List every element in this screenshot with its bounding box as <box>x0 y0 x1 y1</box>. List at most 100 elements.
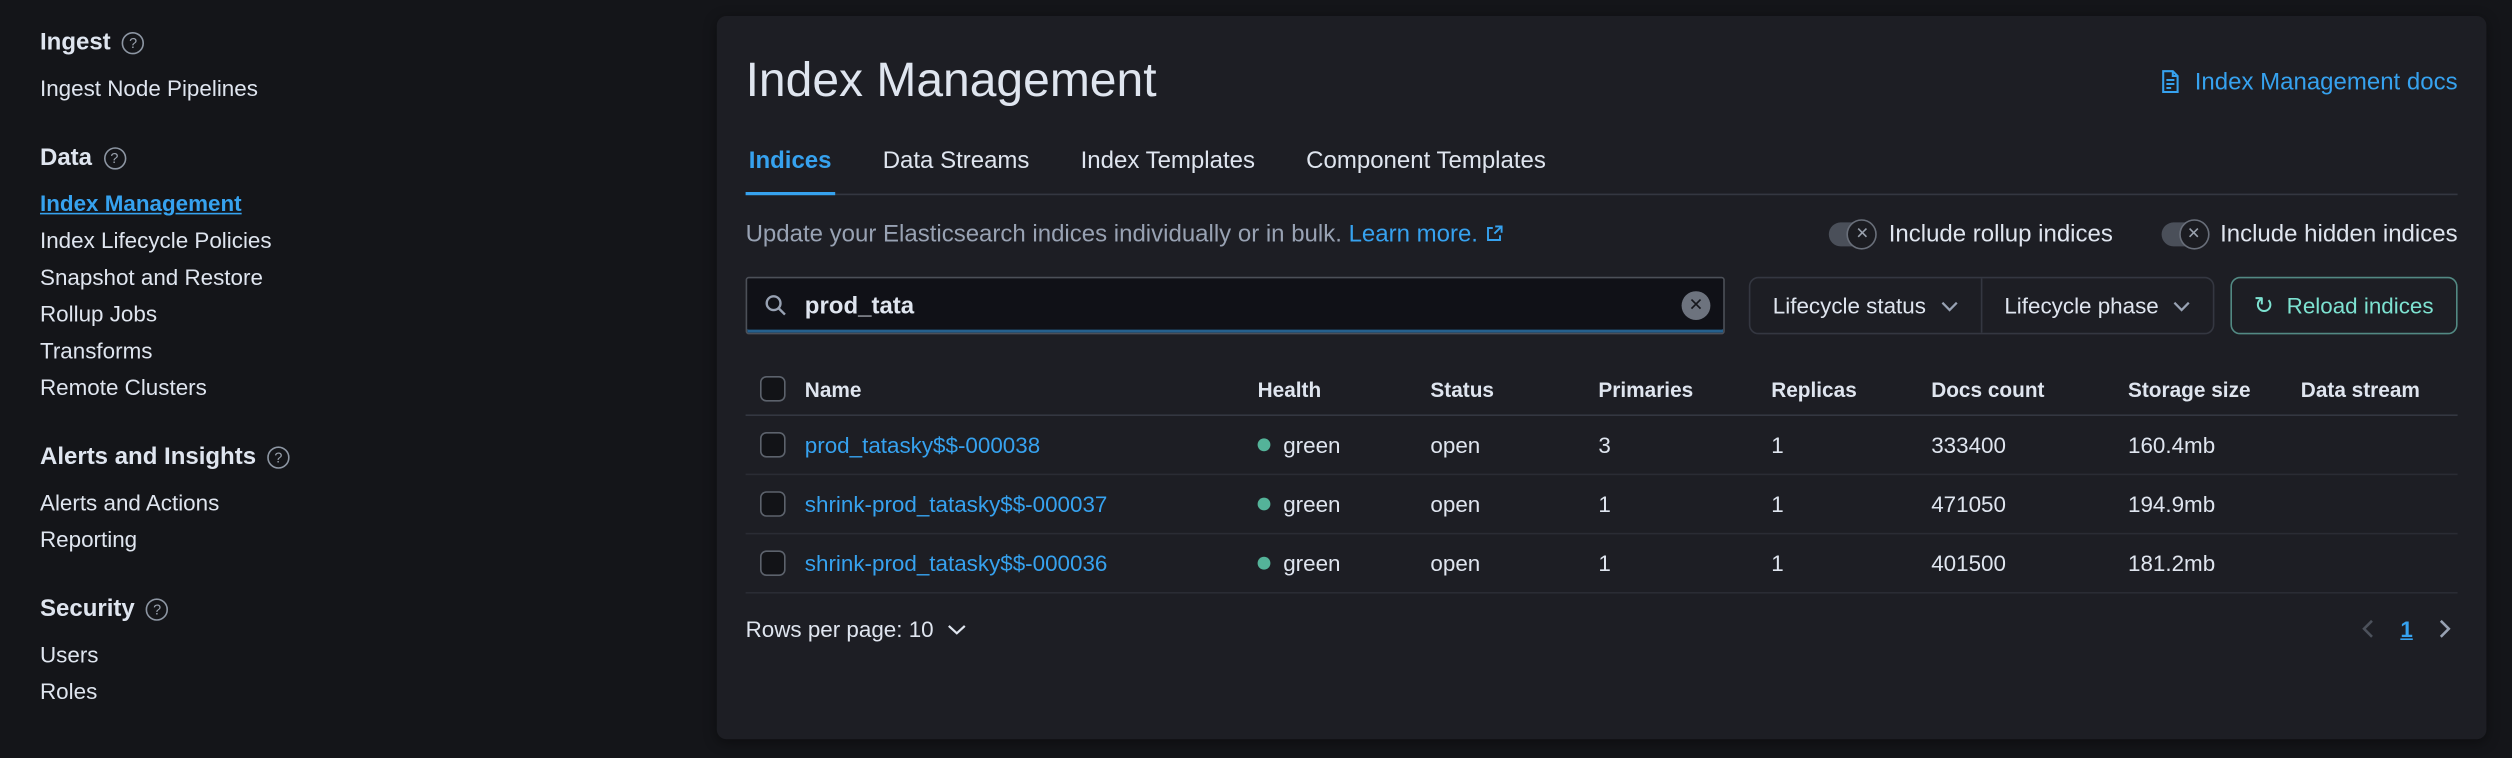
status-cell: open <box>1430 491 1598 517</box>
include-rollup-indices-toggle[interactable]: ✕ Include rollup indices <box>1830 221 2113 248</box>
toggle-label: Include rollup indices <box>1889 221 2113 248</box>
sidebar-heading-alerts-and-insights: Alerts and Insights ? <box>40 443 666 470</box>
index-name-link[interactable]: prod_tatasky$$-000038 <box>805 432 1040 458</box>
column-header-replicas[interactable]: Replicas <box>1771 377 1931 401</box>
toggle-off-knob: ✕ <box>1847 219 1877 249</box>
sidebar-heading-label: Ingest <box>40 29 111 56</box>
sidebar-list-ingest: Ingest Node Pipelines <box>40 75 666 102</box>
sidebar-heading-label: Alerts and Insights <box>40 443 256 470</box>
sidebar-item-users[interactable]: Users <box>40 642 666 669</box>
search-box: ✕ <box>746 277 1725 335</box>
help-icon[interactable]: ? <box>103 146 125 168</box>
help-icon[interactable]: ? <box>267 446 289 468</box>
page-number-1[interactable]: 1 <box>2400 616 2412 642</box>
next-page-icon[interactable] <box>2438 619 2451 638</box>
toggle-off-knob: ✕ <box>2178 219 2208 249</box>
filter-label: Lifecycle phase <box>2004 293 2158 319</box>
reload-button-label: Reload indices <box>2287 293 2434 319</box>
health-label: green <box>1283 432 1340 458</box>
table-row: shrink-prod_tatasky$$-000036 green open … <box>746 534 2458 593</box>
controls-row: ✕ Lifecycle status Lifecycle phase ↻ Rel… <box>746 277 2458 335</box>
tab-data-streams[interactable]: Data Streams <box>880 147 1033 195</box>
sidebar-item-alerts-and-actions[interactable]: Alerts and Actions <box>40 490 666 517</box>
sidebar-item-rollup-jobs[interactable]: Rollup Jobs <box>40 301 666 328</box>
docs-count-cell: 333400 <box>1931 432 2128 458</box>
table-header-row: Name Health Status Primaries Replicas Do… <box>746 363 2458 416</box>
external-link-icon <box>1484 224 1503 243</box>
tabs-bar: Indices Data Streams Index Templates Com… <box>746 147 2458 195</box>
lifecycle-phase-filter[interactable]: Lifecycle phase <box>1980 278 2213 332</box>
sidebar-item-roles[interactable]: Roles <box>40 678 666 705</box>
sidebar-list-alerts: Alerts and Actions Reporting <box>40 490 666 554</box>
primaries-cell: 1 <box>1598 550 1771 576</box>
rows-per-page-button[interactable]: Rows per page: 10 <box>746 616 966 642</box>
chevron-down-icon <box>946 623 965 634</box>
help-icon[interactable]: ? <box>146 598 168 620</box>
include-hidden-indices-toggle[interactable]: ✕ Include hidden indices <box>2161 221 2458 248</box>
docs-icon <box>2156 69 2182 95</box>
description-text: Update your Elasticsearch indices indivi… <box>746 221 1342 248</box>
toggle-switch-icon: ✕ <box>2161 222 2206 246</box>
sidebar-item-index-lifecycle-policies[interactable]: Index Lifecycle Policies <box>40 227 666 254</box>
row-checkbox[interactable] <box>760 550 786 576</box>
column-header-primaries[interactable]: Primaries <box>1598 377 1771 401</box>
panel-description: Update your Elasticsearch indices indivi… <box>746 221 1504 248</box>
sidebar-section-data: Data ? Index Management Index Lifecycle … <box>40 144 666 402</box>
previous-page-icon[interactable] <box>2362 619 2375 638</box>
sidebar-list-security: Users Roles <box>40 642 666 706</box>
sidebar-item-ingest-node-pipelines[interactable]: Ingest Node Pipelines <box>40 75 666 102</box>
sidebar-heading-data: Data ? <box>40 144 666 171</box>
index-name-link[interactable]: shrink-prod_tatasky$$-000037 <box>805 491 1108 517</box>
column-header-docs-count[interactable]: Docs count <box>1931 377 2128 401</box>
table-row: prod_tatasky$$-000038 green open 3 1 333… <box>746 416 2458 475</box>
management-sidebar: Ingest ? Ingest Node Pipelines Data ? In… <box>0 0 704 747</box>
tab-component-templates[interactable]: Component Templates <box>1303 147 1549 195</box>
column-header-name[interactable]: Name <box>805 377 1258 401</box>
panel-header: Index Management Index Management docs <box>746 54 2458 108</box>
page-title: Index Management <box>746 54 1157 108</box>
chevron-down-icon <box>1940 300 1958 311</box>
clear-search-icon[interactable]: ✕ <box>1682 291 1711 320</box>
refresh-icon: ↻ <box>2254 294 2274 318</box>
storage-size-cell: 160.4mb <box>2128 432 2301 458</box>
docs-count-cell: 471050 <box>1931 491 2128 517</box>
column-header-status[interactable]: Status <box>1430 377 1598 401</box>
docs-link-label: Index Management docs <box>2195 68 2458 95</box>
row-checkbox[interactable] <box>760 491 786 517</box>
replicas-cell: 1 <box>1771 550 1931 576</box>
table-footer: Rows per page: 10 1 <box>746 616 2458 642</box>
column-header-health[interactable]: Health <box>1258 377 1431 401</box>
search-input[interactable] <box>746 277 1725 335</box>
sidebar-item-snapshot-and-restore[interactable]: Snapshot and Restore <box>40 264 666 291</box>
indices-table: Name Health Status Primaries Replicas Do… <box>746 363 2458 593</box>
learn-more-link[interactable]: Learn more. <box>1349 221 1478 248</box>
sidebar-heading-security: Security ? <box>40 595 666 622</box>
lifecycle-status-filter[interactable]: Lifecycle status <box>1750 278 1980 332</box>
index-name-link[interactable]: shrink-prod_tatasky$$-000036 <box>805 550 1108 576</box>
row-checkbox[interactable] <box>760 432 786 458</box>
sidebar-item-reporting[interactable]: Reporting <box>40 526 666 553</box>
docs-link[interactable]: Index Management docs <box>2156 68 2457 95</box>
health-cell: green <box>1258 491 1431 517</box>
reload-indices-button[interactable]: ↻ Reload indices <box>2230 277 2458 335</box>
select-all-checkbox[interactable] <box>760 376 786 402</box>
tab-index-templates[interactable]: Index Templates <box>1077 147 1258 195</box>
column-header-data-stream[interactable]: Data stream <box>2301 377 2458 401</box>
column-header-storage-size[interactable]: Storage size <box>2128 377 2301 401</box>
sidebar-item-transforms[interactable]: Transforms <box>40 338 666 365</box>
primaries-cell: 1 <box>1598 491 1771 517</box>
filter-label: Lifecycle status <box>1773 293 1926 319</box>
sidebar-heading-label: Data <box>40 144 92 171</box>
help-icon[interactable]: ? <box>122 31 144 53</box>
storage-size-cell: 194.9mb <box>2128 491 2301 517</box>
index-management-panel: Index Management Index Management docs I… <box>717 16 2487 739</box>
rows-per-page-label: Rows per page: 10 <box>746 616 934 642</box>
sidebar-item-index-management[interactable]: Index Management <box>40 190 666 217</box>
toggle-group: ✕ Include rollup indices ✕ Include hidde… <box>1830 221 2458 248</box>
sidebar-section-ingest: Ingest ? Ingest Node Pipelines <box>40 29 666 103</box>
replicas-cell: 1 <box>1771 491 1931 517</box>
status-cell: open <box>1430 432 1598 458</box>
tab-indices[interactable]: Indices <box>746 147 835 195</box>
status-cell: open <box>1430 550 1598 576</box>
sidebar-item-remote-clusters[interactable]: Remote Clusters <box>40 374 666 401</box>
